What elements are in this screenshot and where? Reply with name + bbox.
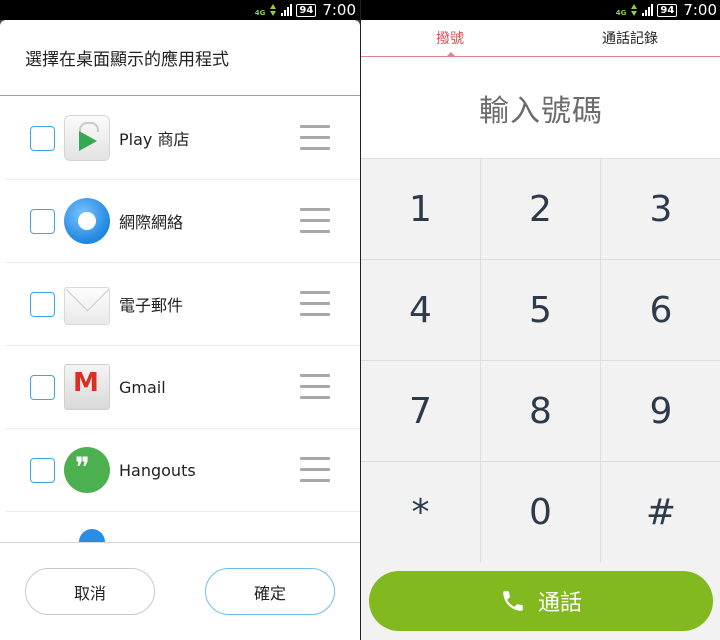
status-bar: 4G 94 7:00 xyxy=(0,0,360,20)
data-activity-icon xyxy=(630,4,638,16)
key-1[interactable]: 1 xyxy=(361,159,481,260)
key-3[interactable]: 3 xyxy=(601,159,720,260)
clock: 7:00 xyxy=(683,1,717,19)
gmail-icon xyxy=(64,364,110,410)
app-list[interactable]: Play 商店 網際網絡 電子郵件 Gmail xyxy=(0,97,360,542)
key-7[interactable]: 7 xyxy=(361,361,481,462)
cancel-button[interactable]: 取消 xyxy=(25,568,155,615)
drag-handle-icon[interactable] xyxy=(300,374,330,399)
key-6[interactable]: 6 xyxy=(601,260,720,361)
confirm-button[interactable]: 確定 xyxy=(205,568,335,615)
app-label: Play 商店 xyxy=(119,130,190,149)
key-hash[interactable]: # xyxy=(601,462,720,564)
key-2[interactable]: 2 xyxy=(481,159,601,260)
key-8[interactable]: 8 xyxy=(481,361,601,462)
network-type-label: 4G xyxy=(254,9,266,17)
dialog-footer: 取消 確定 xyxy=(0,542,360,640)
app-checkbox[interactable] xyxy=(30,291,55,317)
call-button[interactable]: 通話 xyxy=(369,571,713,631)
call-area: 通話 xyxy=(361,563,720,640)
drag-handle-icon[interactable] xyxy=(300,208,330,233)
app-picker-dialog: 選擇在桌面顯示的應用程式 Play 商店 網際網絡 電子郵件 M Gmail ❞… xyxy=(0,20,360,640)
dialog-title: 選擇在桌面顯示的應用程式 xyxy=(0,20,360,96)
signal-strength-icon xyxy=(281,4,293,16)
app-checkbox[interactable] xyxy=(30,208,55,234)
app-label: 網際網絡 xyxy=(119,213,184,232)
email-envelope-icon xyxy=(64,287,110,325)
tab-call-log[interactable]: 通話記錄 xyxy=(602,20,658,56)
app-picker-screen: 4G 94 7:00 選擇在桌面顯示的應用程式 Play 商店 網際網絡 電子郵… xyxy=(0,0,360,640)
app-label: Hangouts xyxy=(119,460,196,480)
key-9[interactable]: 9 xyxy=(601,361,720,462)
phone-handset-icon xyxy=(500,588,526,614)
app-label: 電子郵件 xyxy=(119,296,184,315)
number-input[interactable]: 輸入號碼 xyxy=(361,57,720,158)
browser-globe-icon xyxy=(64,198,110,244)
app-checkbox[interactable] xyxy=(30,125,55,151)
key-star[interactable]: * xyxy=(361,462,481,564)
app-label: Gmail xyxy=(119,377,166,397)
dialer-screen: 4G 94 7:00 撥號 通話記錄 輸入號碼 1 2 3 4 5 6 7 8 … xyxy=(360,0,720,640)
hangouts-icon xyxy=(64,447,110,493)
key-5[interactable]: 5 xyxy=(481,260,601,361)
app-row-browser[interactable]: 網際網絡 xyxy=(5,180,360,263)
network-type-label: 4G xyxy=(615,9,627,17)
tab-dial[interactable]: 撥號 xyxy=(436,20,464,56)
app-row-hangouts[interactable]: Hangouts xyxy=(5,429,360,512)
key-4[interactable]: 4 xyxy=(361,260,481,361)
drag-handle-icon[interactable] xyxy=(300,457,330,482)
data-activity-icon xyxy=(269,4,277,16)
status-bar: 4G 94 7:00 xyxy=(361,0,720,20)
battery-icon: 94 xyxy=(657,3,678,17)
play-store-icon xyxy=(64,115,110,161)
app-checkbox[interactable] xyxy=(30,457,55,483)
dialer-tabs: 撥號 通話記錄 xyxy=(361,20,720,57)
app-checkbox[interactable] xyxy=(30,374,55,400)
app-row-partial[interactable] xyxy=(5,512,360,542)
key-0[interactable]: 0 xyxy=(481,462,601,564)
app-row-gmail[interactable]: Gmail xyxy=(5,346,360,429)
partial-app-icon xyxy=(79,529,105,542)
call-button-label: 通話 xyxy=(537,591,582,616)
signal-strength-icon xyxy=(642,4,654,16)
keypad: 1 2 3 4 5 6 7 8 9 * 0 # xyxy=(361,158,720,564)
app-row-email[interactable]: 電子郵件 xyxy=(5,263,360,346)
drag-handle-icon[interactable] xyxy=(300,291,330,316)
clock: 7:00 xyxy=(322,1,356,19)
battery-icon: 94 xyxy=(296,3,317,17)
drag-handle-icon[interactable] xyxy=(300,125,330,150)
app-row-play-store[interactable]: Play 商店 xyxy=(5,97,360,180)
